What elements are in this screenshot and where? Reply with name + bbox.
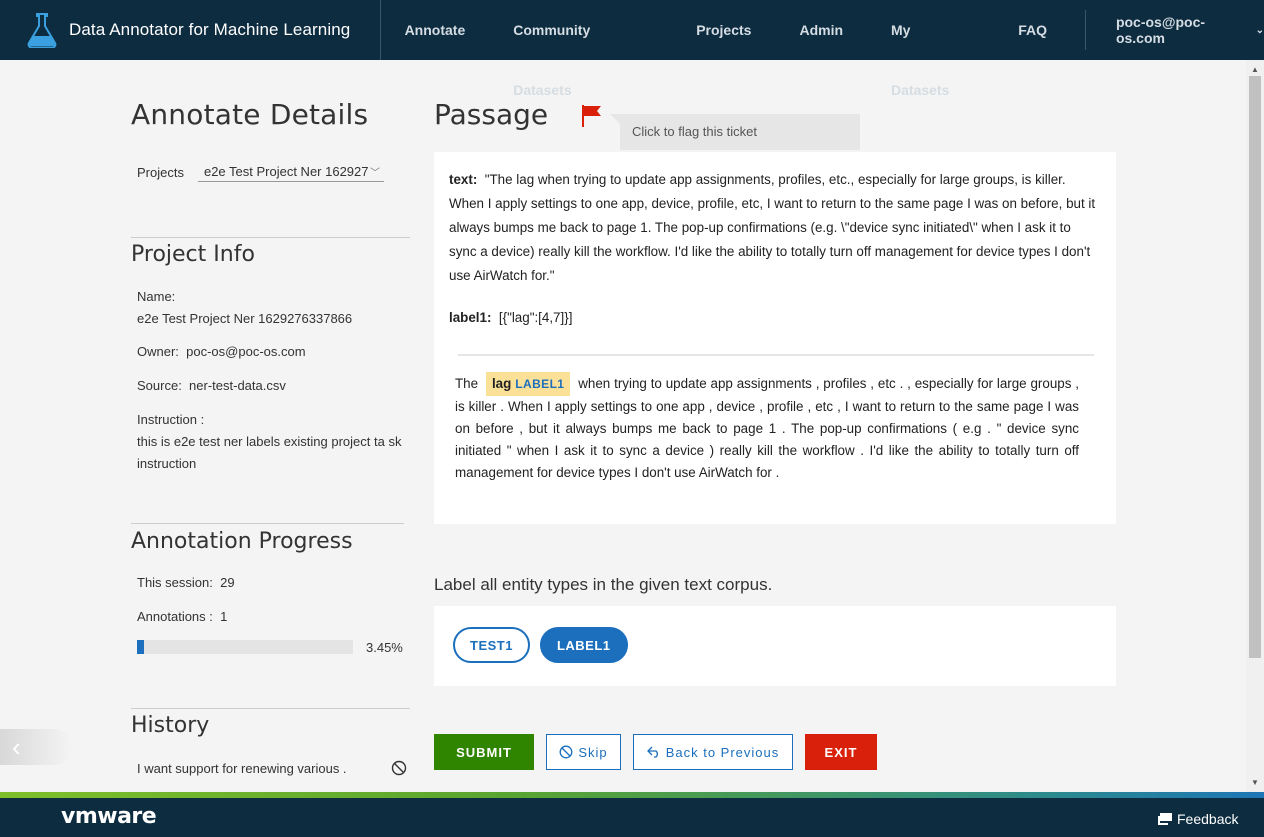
scroll-down-icon[interactable]: ▼	[1251, 778, 1259, 787]
scroll-up-icon[interactable]: ▲	[1251, 65, 1259, 74]
flask-logo-icon	[27, 13, 57, 48]
instruction-value: this is e2e test ner labels existing pro…	[137, 434, 402, 471]
entity-word: lag	[491, 376, 512, 391]
chevron-down-icon: ﹀	[369, 168, 380, 179]
submit-button[interactable]: SUBMIT	[434, 734, 534, 770]
annotations-label: Annotations :	[137, 609, 213, 624]
project-instruction: Instruction : this is e2e test ner label…	[137, 409, 405, 475]
label-button-label1[interactable]: LABEL1	[539, 627, 628, 663]
project-select-value: e2e Test Project Ner 162927	[203, 164, 369, 179]
nav-annotate[interactable]: Annotate	[381, 0, 490, 60]
chevron-down-icon: ⌄	[1255, 24, 1264, 36]
exit-button[interactable]: EXIT	[805, 734, 877, 770]
session-count: This session: 29	[137, 572, 235, 594]
text-value: "The lag when trying to update app assig…	[449, 172, 1096, 283]
passage-label-line: label1: [{"lag":[4,7]}]	[449, 310, 1100, 325]
divider	[131, 523, 404, 524]
action-bar: SUBMIT Skip Back to Previous EXIT	[434, 734, 889, 770]
nav-faq[interactable]: FAQ	[994, 0, 1071, 60]
block-icon	[559, 745, 573, 759]
vmware-logo: vmware	[61, 804, 157, 829]
labels-card: TEST1 LABEL1	[434, 606, 1116, 686]
annotation-token-area[interactable]: The lag LABEL1 when trying to update app …	[455, 372, 1079, 484]
name-label: Name:	[137, 289, 176, 304]
project-info-heading: Project Info	[131, 242, 255, 267]
history-item[interactable]: I want support for renewing various .	[137, 760, 407, 776]
flag-tooltip: Click to flag this ticket	[610, 114, 860, 150]
project-source: Source: ner-test-data.csv	[137, 375, 286, 397]
annotations-value: 1	[220, 609, 228, 624]
user-email: poc-os@poc-os.com	[1115, 14, 1206, 46]
scrollbar-thumb[interactable]	[1249, 76, 1261, 658]
divider	[131, 708, 410, 709]
block-icon[interactable]	[391, 760, 407, 776]
project-select[interactable]: e2e Test Project Ner 162927 ﹀	[197, 162, 384, 182]
top-navbar: Data Annotator for Machine Learning Anno…	[0, 0, 1264, 98]
divider	[458, 354, 1094, 356]
divider	[131, 237, 410, 238]
label-value: [{"lag":[4,7]}]	[498, 310, 573, 325]
previous-label: Back to Previous	[665, 744, 780, 760]
name-value: e2e Test Project Ner 1629276337866	[137, 311, 353, 326]
collapse-sidebar-button[interactable]: ‹	[0, 729, 72, 765]
app-brand[interactable]: Data Annotator for Machine Learning	[0, 0, 381, 60]
progress-bar-fill	[137, 640, 145, 654]
label-key: label1:	[449, 310, 492, 325]
task-instruction: Label all entity types in the given text…	[434, 575, 773, 594]
nav-projects[interactable]: Projects	[672, 0, 775, 60]
annotation-progress-heading: Annotation Progress	[131, 529, 353, 554]
history-item-text: I want support for renewing various .	[137, 760, 347, 776]
passage-raw-text: text: "The lag when trying to update app…	[449, 168, 1100, 288]
progress-percent: 3.45%	[366, 640, 403, 655]
footer: vmware Feedback	[0, 798, 1264, 837]
label-button-test1[interactable]: TEST1	[453, 627, 530, 663]
project-name: Name: e2e Test Project Ner 1629276337866	[137, 286, 352, 330]
owner-value: poc-os@poc-os.com	[186, 344, 306, 359]
annotation-count: Annotations : 1	[137, 606, 227, 628]
passage-card: text: "The lag when trying to update app…	[434, 152, 1116, 524]
annotate-details-heading: Annotate Details	[131, 98, 369, 131]
page-scrollbar[interactable]: ▲ ▼	[1246, 60, 1264, 792]
history-heading: History	[131, 713, 210, 738]
passage-heading: Passage	[434, 98, 549, 131]
source-label: Source:	[137, 378, 182, 393]
nav-admin[interactable]: Admin	[775, 0, 867, 60]
entity-annotation[interactable]: lag LABEL1	[485, 372, 571, 396]
undo-arrow-icon	[646, 746, 658, 758]
entity-label-tag: LABEL1	[515, 377, 565, 391]
back-to-previous-button[interactable]: Back to Previous	[633, 734, 793, 770]
text-key: text:	[449, 172, 478, 187]
app-title: Data Annotator for Machine Learning	[69, 20, 351, 39]
user-menu[interactable]: poc-os@poc-os.com ⌄	[1086, 14, 1264, 46]
nav-my-datasets[interactable]: My Datasets	[867, 0, 994, 98]
source-value: ner-test-data.csv	[189, 378, 286, 393]
instruction-label: Instruction :	[137, 412, 205, 427]
owner-label: Owner:	[137, 344, 179, 359]
chevron-left-icon: ‹	[12, 731, 21, 762]
feedback-label: Feedback	[1177, 811, 1239, 827]
feedback-button[interactable]: Feedback	[1157, 811, 1238, 827]
token-text[interactable]: The	[455, 376, 478, 391]
main-nav: Annotate Community Datasets Projects Adm…	[381, 0, 1086, 98]
feedback-icon	[1158, 813, 1172, 825]
projects-label: Projects	[137, 164, 184, 180]
session-value: 29	[220, 575, 235, 590]
skip-button[interactable]: Skip	[546, 734, 621, 770]
flag-icon[interactable]	[581, 104, 603, 128]
project-owner: Owner: poc-os@poc-os.com	[137, 341, 306, 363]
project-selector-row: Projects e2e Test Project Ner 162927 ﹀	[137, 162, 384, 182]
session-label: This session:	[137, 575, 213, 590]
progress-bar	[137, 640, 353, 654]
skip-label: Skip	[578, 744, 608, 760]
nav-community-datasets[interactable]: Community Datasets	[489, 0, 672, 98]
